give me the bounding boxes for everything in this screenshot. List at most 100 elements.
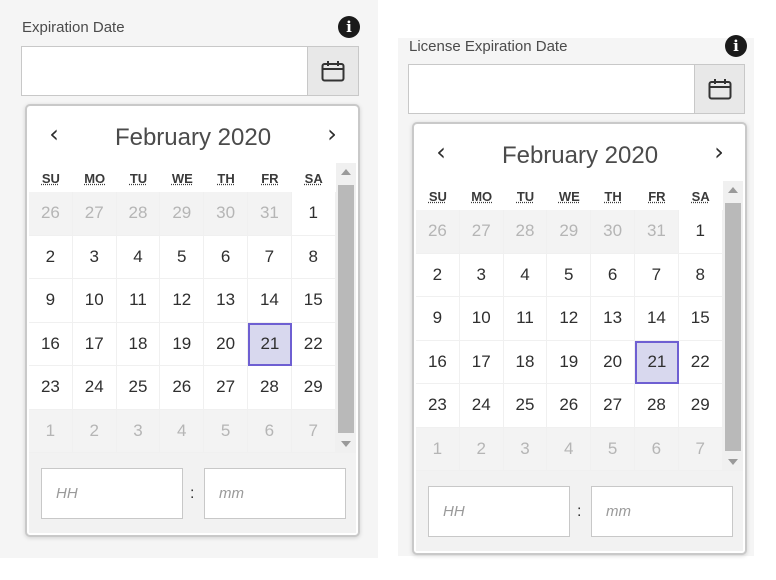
calendar-button[interactable] <box>694 64 745 114</box>
day-cell[interactable]: 11 <box>503 297 548 341</box>
day-cell[interactable]: 9 <box>416 297 460 341</box>
day-cell[interactable]: 26 <box>160 366 205 410</box>
day-cell: 6 <box>248 409 292 453</box>
day-cell[interactable]: 16 <box>416 340 460 384</box>
day-cell[interactable]: 4 <box>116 235 161 279</box>
day-cell[interactable]: 17 <box>459 340 504 384</box>
hour-input[interactable]: HH <box>41 468 183 519</box>
day-cell: 5 <box>204 409 248 453</box>
next-month-button[interactable]: › <box>706 138 732 166</box>
next-month-button[interactable]: › <box>319 120 345 148</box>
day-cell[interactable]: 7 <box>248 235 292 279</box>
day-cell[interactable]: 17 <box>72 322 117 366</box>
scrollbar[interactable] <box>336 163 356 453</box>
day-cell[interactable]: 20 <box>591 340 635 384</box>
calendar-icon <box>321 61 345 82</box>
day-cell[interactable]: 25 <box>116 366 161 410</box>
day-cell[interactable]: 22 <box>291 322 336 366</box>
day-cell[interactable]: 13 <box>204 279 248 323</box>
date-input[interactable] <box>21 46 309 96</box>
day-cell[interactable]: 24 <box>459 384 504 428</box>
day-cell[interactable]: 23 <box>29 366 73 410</box>
day-cell[interactable]: 6 <box>204 235 248 279</box>
day-cell: 2 <box>72 409 117 453</box>
day-cell[interactable]: 4 <box>503 253 548 297</box>
day-cell[interactable]: 15 <box>678 297 723 341</box>
day-cell[interactable]: 19 <box>160 322 205 366</box>
info-icon[interactable]: i <box>725 35 747 57</box>
day-cell: 7 <box>291 409 336 453</box>
day-cell[interactable]: 3 <box>459 253 504 297</box>
day-cell[interactable]: 29 <box>678 384 723 428</box>
time-separator: : <box>190 485 195 502</box>
day-cell[interactable]: 18 <box>503 340 548 384</box>
day-cell[interactable]: 20 <box>204 322 248 366</box>
scroll-up-icon[interactable] <box>341 169 351 175</box>
hour-input[interactable]: HH <box>428 486 570 537</box>
day-cell[interactable]: 28 <box>248 366 292 410</box>
scroll-up-icon[interactable] <box>728 187 738 193</box>
day-cell[interactable]: 1 <box>678 210 723 254</box>
day-cell[interactable]: 29 <box>291 366 336 410</box>
day-cell[interactable]: 11 <box>116 279 161 323</box>
day-cell: 30 <box>591 210 635 254</box>
selected-day-cell[interactable]: 21 <box>635 340 679 384</box>
day-cell[interactable]: 5 <box>547 253 592 297</box>
day-cell[interactable]: 1 <box>291 192 336 236</box>
day-cell[interactable]: 23 <box>416 384 460 428</box>
day-cell[interactable]: 6 <box>591 253 635 297</box>
prev-month-button[interactable]: ‹ <box>428 138 454 166</box>
day-cell[interactable]: 8 <box>291 235 336 279</box>
day-cell[interactable]: 19 <box>547 340 592 384</box>
weekday-header: SU <box>41 171 60 186</box>
minute-input[interactable]: mm <box>204 468 346 519</box>
day-cell[interactable]: 25 <box>503 384 548 428</box>
day-cell[interactable]: 24 <box>72 366 117 410</box>
day-cell[interactable]: 18 <box>116 322 161 366</box>
day-cell[interactable]: 13 <box>591 297 635 341</box>
scrollbar-thumb[interactable] <box>725 203 741 451</box>
day-cell[interactable]: 12 <box>160 279 205 323</box>
date-input[interactable] <box>408 64 696 114</box>
day-cell[interactable]: 3 <box>72 235 117 279</box>
day-cell[interactable]: 22 <box>678 340 723 384</box>
day-cell: 3 <box>503 427 548 471</box>
day-cell[interactable]: 8 <box>678 253 723 297</box>
time-separator: : <box>577 503 582 520</box>
calendar-button[interactable] <box>307 46 359 96</box>
day-cell: 1 <box>29 409 73 453</box>
scrollbar[interactable] <box>723 181 743 471</box>
day-cell[interactable]: 26 <box>547 384 592 428</box>
day-cell[interactable]: 10 <box>72 279 117 323</box>
day-cell[interactable]: 2 <box>416 253 460 297</box>
info-icon[interactable]: i <box>338 16 360 38</box>
prev-month-button[interactable]: ‹ <box>41 120 67 148</box>
day-cell[interactable]: 16 <box>29 322 73 366</box>
day-cell[interactable]: 27 <box>591 384 635 428</box>
day-cell[interactable]: 14 <box>635 297 679 341</box>
datepicker-popup: ‹ February 2020 › SU MO TU WE TH FR SA 26 27 28 29… <box>25 104 360 537</box>
day-cell[interactable]: 28 <box>635 384 679 428</box>
minute-input[interactable]: mm <box>591 486 733 537</box>
day-cell[interactable]: 14 <box>248 279 292 323</box>
day-cell[interactable]: 27 <box>204 366 248 410</box>
scrollbar-thumb[interactable] <box>338 185 354 433</box>
field-label: Expiration Date <box>22 19 125 36</box>
weekday-header: SA <box>691 189 710 204</box>
scroll-down-icon[interactable] <box>341 441 351 447</box>
weekday-header: TU <box>129 171 148 186</box>
day-cell: 27 <box>72 192 117 236</box>
day-cell[interactable]: 15 <box>291 279 336 323</box>
weekday-header: TH <box>604 189 622 204</box>
day-cell[interactable]: 5 <box>160 235 205 279</box>
day-cell[interactable]: 9 <box>29 279 73 323</box>
day-cell[interactable]: 12 <box>547 297 592 341</box>
day-cell[interactable]: 7 <box>635 253 679 297</box>
weekday-header: WE <box>558 189 580 204</box>
day-cell[interactable]: 2 <box>29 235 73 279</box>
selected-day-cell[interactable]: 21 <box>248 322 292 366</box>
day-cell: 28 <box>116 192 161 236</box>
scroll-down-icon[interactable] <box>728 459 738 465</box>
day-cell[interactable]: 10 <box>459 297 504 341</box>
field-label: License Expiration Date <box>409 38 568 55</box>
